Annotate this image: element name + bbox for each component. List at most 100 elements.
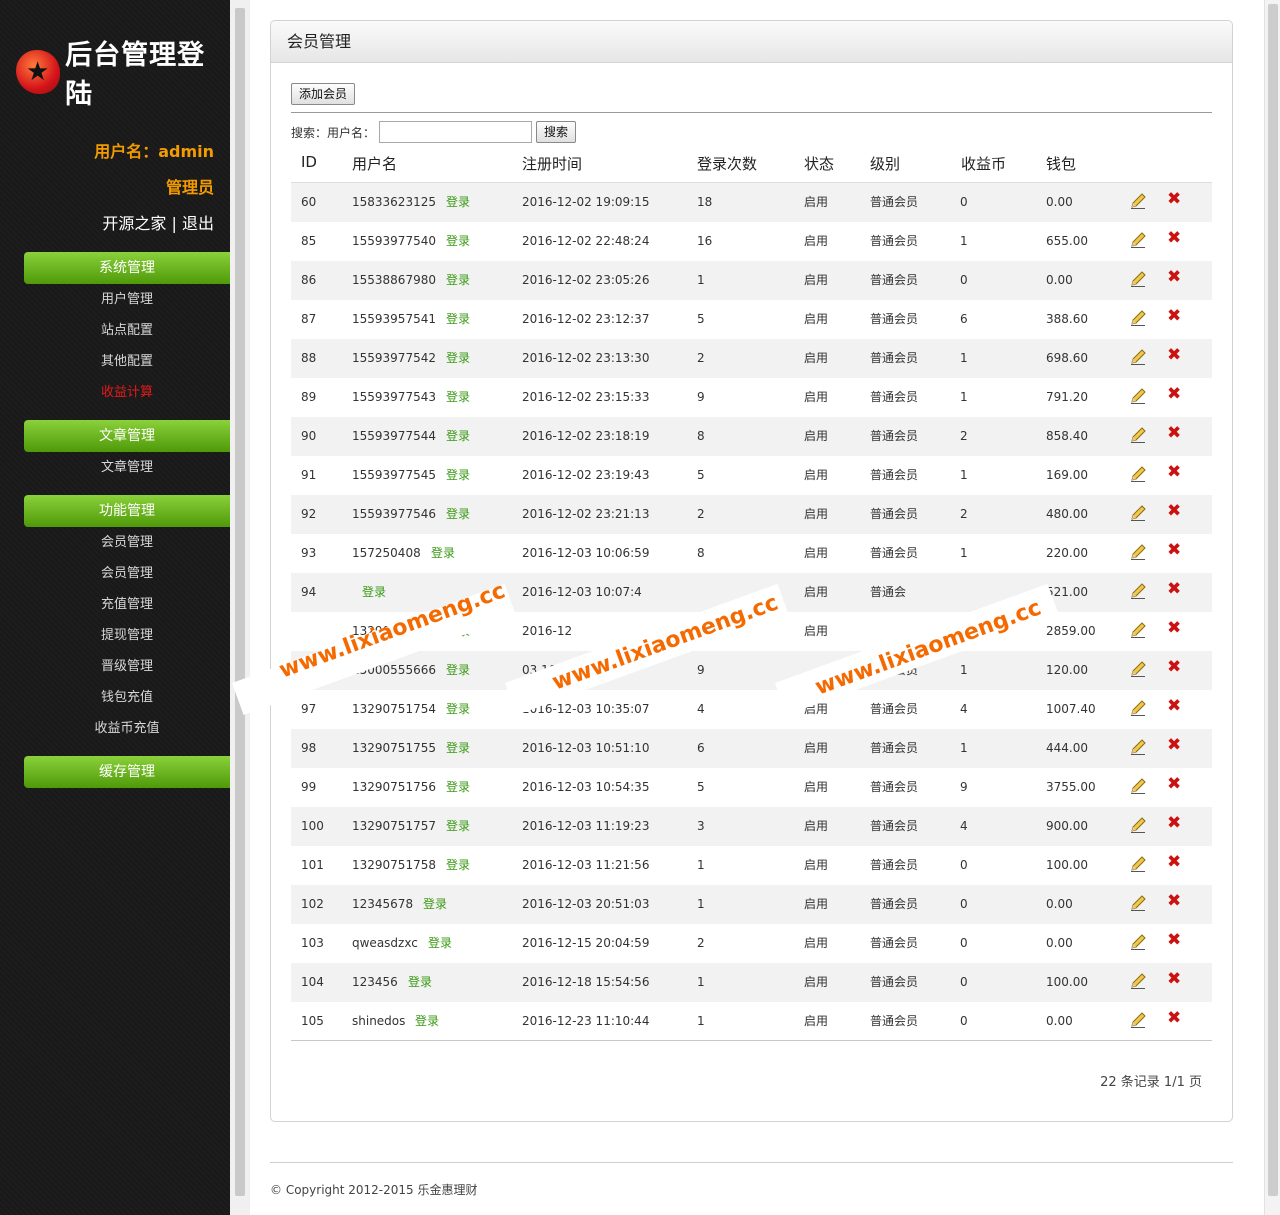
- nav-group-cache[interactable]: 缓存管理: [24, 756, 230, 788]
- page-scrollbar[interactable]: [1264, 0, 1280, 1215]
- cell-username: 123456: [352, 975, 398, 989]
- pencil-edit-icon[interactable]: [1129, 660, 1147, 678]
- red-x-delete-icon[interactable]: ✖: [1167, 932, 1183, 949]
- nav-item-other-config[interactable]: 其他配置: [24, 352, 230, 372]
- red-x-delete-icon[interactable]: ✖: [1167, 230, 1183, 247]
- pencil-edit-icon[interactable]: [1129, 348, 1147, 366]
- red-x-delete-icon[interactable]: ✖: [1167, 698, 1183, 715]
- pencil-edit-icon[interactable]: [1129, 270, 1147, 288]
- red-x-delete-icon[interactable]: ✖: [1167, 269, 1183, 286]
- pencil-edit-icon[interactable]: [1129, 699, 1147, 717]
- cell-reg-time: 2016-12: [522, 624, 573, 638]
- login-link[interactable]: 登录: [362, 573, 386, 612]
- red-x-delete-icon[interactable]: ✖: [1167, 503, 1183, 520]
- pencil-edit-icon[interactable]: [1129, 231, 1147, 249]
- red-x-delete-icon[interactable]: ✖: [1167, 425, 1183, 442]
- cell-coin: 2: [960, 429, 968, 443]
- red-x-delete-icon[interactable]: ✖: [1167, 464, 1183, 481]
- nav-group-article[interactable]: 文章管理: [24, 420, 230, 452]
- login-link[interactable]: 登录: [446, 456, 470, 495]
- red-x-delete-icon[interactable]: ✖: [1167, 191, 1183, 208]
- login-link[interactable]: 登录: [446, 729, 470, 768]
- pencil-edit-icon[interactable]: [1129, 777, 1147, 795]
- cell-coin: 0: [960, 1014, 968, 1028]
- cell-coin: 0: [960, 273, 968, 287]
- red-x-delete-icon[interactable]: ✖: [1167, 347, 1183, 364]
- login-link[interactable]: 登录: [446, 417, 470, 456]
- login-link[interactable]: 登录: [446, 651, 470, 690]
- login-link[interactable]: 登录: [428, 924, 452, 963]
- nav-item-member-manage[interactable]: 会员管理: [24, 533, 230, 553]
- red-x-delete-icon[interactable]: ✖: [1167, 893, 1183, 910]
- cell-id: 92: [301, 507, 317, 521]
- site-link[interactable]: 开源之家: [102, 214, 166, 233]
- red-x-delete-icon[interactable]: ✖: [1167, 854, 1183, 871]
- red-x-delete-icon[interactable]: ✖: [1167, 620, 1183, 637]
- pencil-edit-icon[interactable]: [1129, 426, 1147, 444]
- login-link[interactable]: 登录: [446, 495, 470, 534]
- login-link[interactable]: 登录: [446, 339, 470, 378]
- pencil-edit-icon[interactable]: [1129, 387, 1147, 405]
- nav-item-upgrade-manage[interactable]: 晋级管理: [24, 657, 230, 677]
- login-link[interactable]: 登录: [446, 690, 470, 729]
- login-link[interactable]: 登录: [446, 222, 470, 261]
- col-level: 级别: [870, 155, 901, 173]
- red-x-delete-icon[interactable]: ✖: [1167, 308, 1183, 325]
- login-link[interactable]: 登录: [408, 963, 432, 1002]
- cell-status: 启用: [804, 351, 829, 365]
- pencil-edit-icon[interactable]: [1129, 309, 1147, 327]
- pencil-edit-icon[interactable]: [1129, 192, 1147, 210]
- cell-reg-time: 2016-12-03 10:54:35: [522, 780, 650, 794]
- page-scroll-thumb[interactable]: [1268, 4, 1278, 1196]
- red-x-delete-icon[interactable]: ✖: [1167, 581, 1183, 598]
- login-link[interactable]: 登录: [446, 378, 470, 417]
- cell-login-count: 6: [697, 741, 705, 755]
- pencil-edit-icon[interactable]: [1129, 933, 1147, 951]
- pencil-edit-icon[interactable]: [1129, 972, 1147, 990]
- red-x-delete-icon[interactable]: ✖: [1167, 776, 1183, 793]
- pencil-edit-icon[interactable]: [1129, 738, 1147, 756]
- logout-link[interactable]: 退出: [182, 214, 214, 233]
- nav-item-user-manage[interactable]: 用户管理: [24, 290, 230, 310]
- login-link[interactable]: 登录: [446, 846, 470, 885]
- pencil-edit-icon[interactable]: [1129, 855, 1147, 873]
- pencil-edit-icon[interactable]: [1129, 1011, 1147, 1029]
- pencil-edit-icon[interactable]: [1129, 465, 1147, 483]
- pencil-edit-icon[interactable]: [1129, 582, 1147, 600]
- nav-item-member-manage-2[interactable]: 会员管理: [24, 564, 230, 584]
- search-input[interactable]: [379, 121, 533, 143]
- pencil-edit-icon[interactable]: [1129, 621, 1147, 639]
- login-link[interactable]: 登录: [423, 885, 447, 924]
- login-link[interactable]: 登录: [446, 300, 470, 339]
- login-link[interactable]: 登录: [415, 1002, 439, 1041]
- red-x-delete-icon[interactable]: ✖: [1167, 737, 1183, 754]
- nav-item-coin-recharge[interactable]: 收益币充值: [24, 719, 230, 739]
- login-link[interactable]: 登录: [446, 261, 470, 300]
- login-link[interactable]: 登录: [446, 183, 470, 222]
- red-x-delete-icon[interactable]: ✖: [1167, 815, 1183, 832]
- nav-item-site-config[interactable]: 站点配置: [24, 321, 230, 341]
- pencil-edit-icon[interactable]: [1129, 894, 1147, 912]
- red-x-delete-icon[interactable]: ✖: [1167, 1010, 1183, 1027]
- red-x-delete-icon[interactable]: ✖: [1167, 386, 1183, 403]
- nav-group-system[interactable]: 系统管理: [24, 252, 230, 284]
- nav-group-function[interactable]: 功能管理: [24, 495, 230, 527]
- nav-item-withdraw-manage[interactable]: 提现管理: [24, 626, 230, 646]
- search-button[interactable]: 搜索: [536, 121, 577, 143]
- pencil-edit-icon[interactable]: [1129, 816, 1147, 834]
- sidebar-scrollbar[interactable]: [230, 0, 250, 1215]
- login-link[interactable]: 登录: [431, 534, 455, 573]
- pencil-edit-icon[interactable]: [1129, 543, 1147, 561]
- red-x-delete-icon[interactable]: ✖: [1167, 659, 1183, 676]
- nav-item-article-manage[interactable]: 文章管理: [24, 458, 230, 478]
- login-link[interactable]: 登录: [446, 807, 470, 846]
- add-member-button[interactable]: 添加会员: [291, 83, 356, 105]
- nav-item-recharge-manage[interactable]: 充值管理: [24, 595, 230, 615]
- pencil-edit-icon[interactable]: [1129, 504, 1147, 522]
- nav-item-wallet-recharge[interactable]: 钱包充值: [24, 688, 230, 708]
- login-link[interactable]: 登录: [446, 768, 470, 807]
- red-x-delete-icon[interactable]: ✖: [1167, 971, 1183, 988]
- sidebar-scroll-thumb[interactable]: [235, 8, 245, 1196]
- nav-item-income-calc[interactable]: 收益计算: [24, 383, 230, 403]
- red-x-delete-icon[interactable]: ✖: [1167, 542, 1183, 559]
